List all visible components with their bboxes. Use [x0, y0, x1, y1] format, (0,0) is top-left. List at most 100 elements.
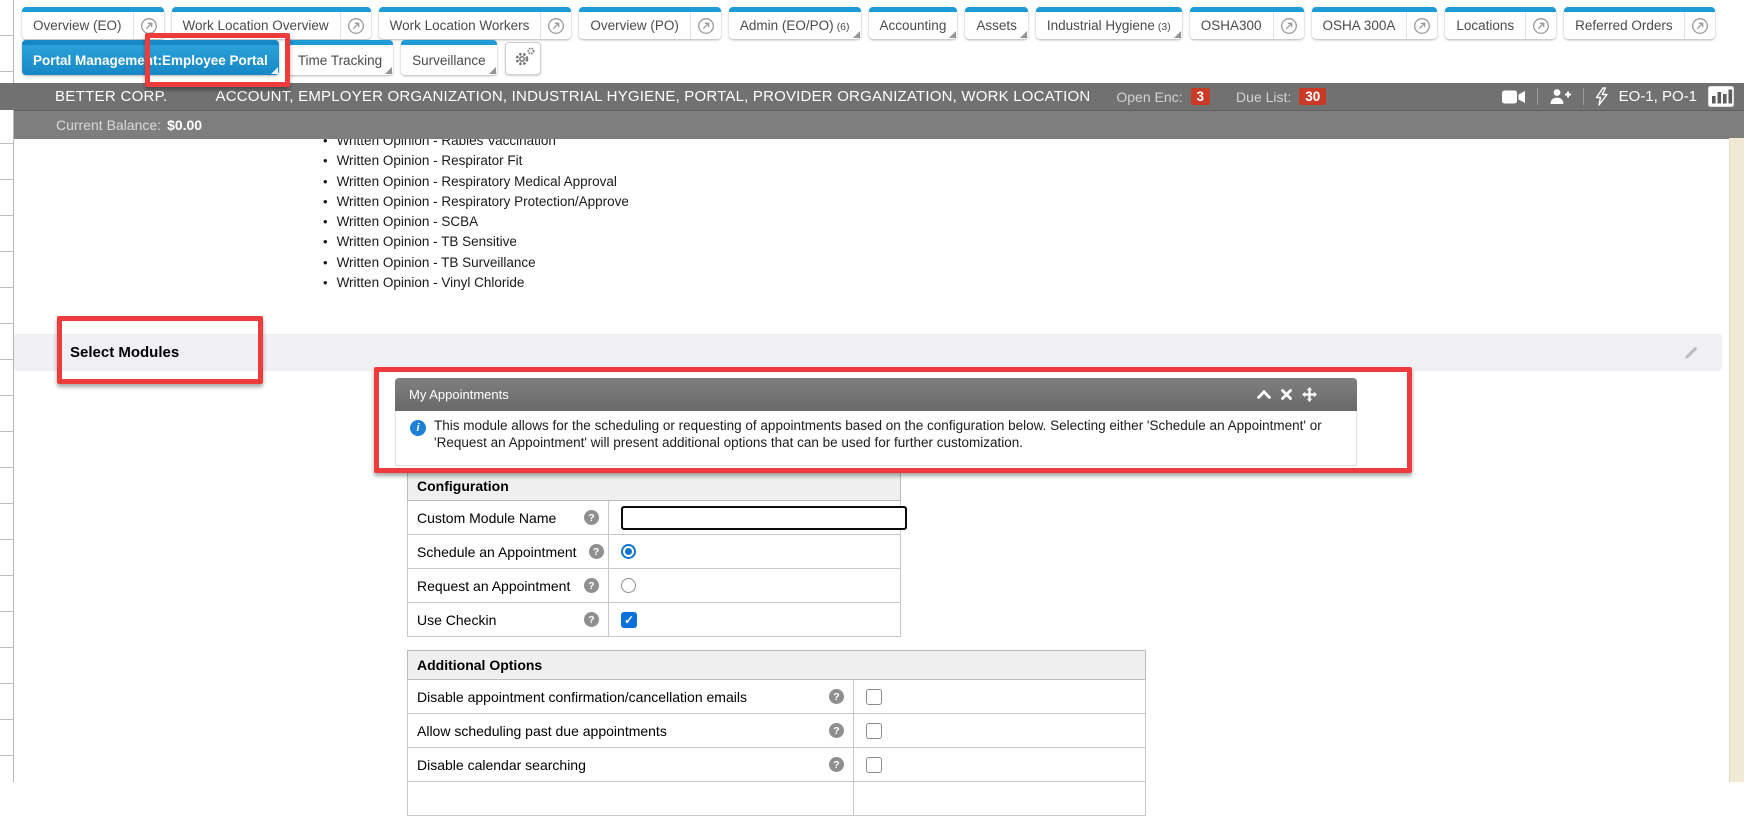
additional-options-table: Additional Options Disable appointment c…	[407, 650, 1146, 816]
tab-referred-orders[interactable]: Referred Orders	[1564, 7, 1715, 39]
row-label: Use Checkin	[417, 612, 496, 628]
module-info-banner: This module allows for the scheduling or…	[395, 411, 1357, 466]
divider	[1537, 88, 1538, 105]
edit-pencil-icon[interactable]	[1683, 344, 1700, 366]
select-modules-section-header: Select Modules	[14, 334, 1722, 371]
module-header-actions	[1257, 378, 1317, 411]
external-link-icon[interactable]	[133, 12, 164, 39]
written-opinion-list: Written Opinion - Rabies Vaccination Wri…	[323, 131, 629, 293]
tab-osha300[interactable]: OSHA300	[1190, 7, 1304, 39]
external-link-icon[interactable]	[340, 12, 371, 39]
my-appointments-module: My Appointments This module allows for t…	[395, 378, 1357, 466]
allow-past-due-checkbox[interactable]	[866, 723, 882, 739]
tab-settings-button[interactable]	[505, 42, 541, 75]
external-link-icon[interactable]	[540, 12, 571, 39]
tab-work-location-overview[interactable]: Work Location Overview	[172, 7, 371, 39]
table-row: Disable calendar searching	[407, 748, 1146, 782]
help-icon[interactable]	[584, 612, 599, 627]
due-list-label: Due List:	[1236, 89, 1291, 105]
configuration-table: Configuration Custom Module Name Schedul…	[407, 471, 901, 637]
video-camera-icon[interactable]	[1502, 89, 1526, 105]
row-label: Disable appointment confirmation/cancell…	[417, 689, 747, 705]
disable-calendar-searching-checkbox[interactable]	[866, 757, 882, 773]
request-appointment-radio[interactable]	[621, 578, 636, 593]
menu-fold-icon	[385, 67, 392, 74]
org-context-label: EO-1, PO-1	[1619, 88, 1697, 105]
table-row: Custom Module Name	[407, 501, 901, 535]
table-row: Allow scheduling past due appointments	[407, 714, 1146, 748]
table-row: Disable appointment confirmation/cancell…	[407, 680, 1146, 714]
external-link-icon[interactable]	[690, 12, 721, 39]
help-icon[interactable]	[589, 544, 604, 559]
balance-value: $0.00	[167, 117, 202, 133]
move-module-icon[interactable]	[1302, 387, 1317, 402]
table-title: Additional Options	[407, 650, 1146, 680]
list-item: Written Opinion - TB Surveillance	[323, 253, 629, 273]
tab-portal-management-employee-portal[interactable]: Portal Management:Employee Portal	[22, 40, 279, 75]
help-icon[interactable]	[829, 689, 844, 704]
module-title: My Appointments	[409, 387, 509, 402]
list-item: Written Opinion - Respirator Fit	[323, 151, 629, 171]
tab-overview-eo[interactable]: Overview (EO)	[22, 7, 164, 39]
add-person-icon[interactable]	[1549, 88, 1572, 105]
tab-overview-po[interactable]: Overview (PO)	[579, 7, 721, 39]
schedule-appointment-radio[interactable]	[621, 544, 636, 559]
table-row: Request an Appointment	[407, 569, 901, 603]
info-icon	[410, 420, 426, 436]
tab-row-secondary: Portal Management:Employee Portal Time T…	[22, 40, 541, 75]
tab-count: (6)	[837, 21, 850, 33]
company-name: BETTER CORP.	[55, 88, 168, 105]
tab-industrial-hygiene[interactable]: Industrial Hygiene(3)	[1036, 7, 1182, 39]
list-item: Written Opinion - TB Sensitive	[323, 232, 629, 252]
bar-chart-icon[interactable]	[1708, 86, 1734, 107]
current-balance-bar: Current Balance: $0.00	[14, 110, 1744, 139]
custom-module-name-input[interactable]	[621, 506, 907, 530]
row-label: Custom Module Name	[417, 510, 556, 526]
context-header-bar: BETTER CORP. ACCOUNT, EMPLOYER ORGANIZAT…	[0, 83, 1744, 110]
balance-label: Current Balance:	[56, 117, 161, 133]
help-icon[interactable]	[829, 757, 844, 772]
table-row: Schedule an Appointment	[407, 535, 901, 569]
use-checkin-checkbox[interactable]	[621, 612, 637, 628]
tab-locations[interactable]: Locations	[1445, 7, 1556, 39]
row-label: Schedule an Appointment	[417, 544, 577, 560]
list-item: Written Opinion - Vinyl Chloride	[323, 273, 629, 293]
table-row: Use Checkin	[407, 603, 901, 637]
due-list-badge[interactable]: 30	[1299, 88, 1326, 105]
disable-confirmation-emails-checkbox[interactable]	[866, 689, 882, 705]
divider	[1583, 88, 1584, 105]
row-label: Allow scheduling past due appointments	[417, 723, 667, 739]
tab-admin-eo-po[interactable]: Admin (EO/PO)(6)	[729, 7, 861, 39]
module-header[interactable]: My Appointments	[395, 378, 1357, 411]
lightning-bolt-icon[interactable]	[1595, 87, 1608, 106]
tab-work-location-workers[interactable]: Work Location Workers	[379, 7, 572, 39]
tab-time-tracking[interactable]: Time Tracking	[287, 40, 393, 75]
collapse-chevron-icon[interactable]	[1257, 390, 1271, 399]
external-link-icon[interactable]	[1273, 12, 1304, 39]
menu-fold-icon	[271, 67, 278, 74]
tab-surveillance[interactable]: Surveillance	[401, 40, 497, 75]
table-row-partial	[407, 782, 1146, 816]
list-item: Written Opinion - Respiratory Medical Ap…	[323, 172, 629, 192]
right-margin-strip	[1729, 138, 1744, 782]
menu-fold-icon	[853, 31, 860, 38]
help-icon[interactable]	[829, 723, 844, 738]
help-icon[interactable]	[584, 578, 599, 593]
open-enc-label: Open Enc:	[1116, 89, 1182, 105]
context-list: ACCOUNT, EMPLOYER ORGANIZATION, INDUSTRI…	[216, 88, 1091, 105]
external-link-icon[interactable]	[1525, 12, 1556, 39]
tab-assets[interactable]: Assets	[965, 7, 1028, 39]
remove-module-icon[interactable]	[1281, 389, 1292, 400]
tab-accounting[interactable]: Accounting	[869, 7, 958, 39]
help-icon[interactable]	[584, 510, 599, 525]
section-title: Select Modules	[70, 344, 179, 361]
tab-row-primary: Overview (EO) Work Location Overview Wor…	[22, 7, 1715, 39]
menu-fold-icon	[1174, 31, 1181, 38]
menu-fold-icon	[949, 31, 956, 38]
external-link-icon[interactable]	[1406, 12, 1437, 39]
open-enc-badge[interactable]: 3	[1191, 88, 1211, 105]
tab-osha-300a[interactable]: OSHA 300A	[1312, 7, 1438, 39]
external-link-icon[interactable]	[1684, 12, 1715, 39]
list-item: Written Opinion - SCBA	[323, 212, 629, 232]
menu-fold-icon	[489, 67, 496, 74]
